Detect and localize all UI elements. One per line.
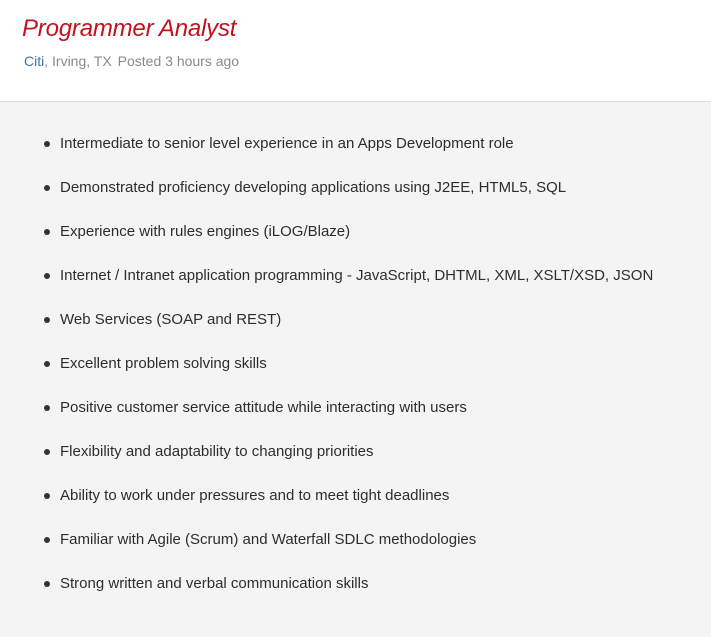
requirement-item: Internet / Intranet application programm… bbox=[44, 261, 711, 305]
requirement-text: Familiar with Agile (Scrum) and Waterfal… bbox=[60, 531, 477, 548]
job-meta: Citi, Irving, TX Posted 3 hours ago bbox=[24, 52, 711, 70]
requirement-text: Strong written and verbal communication … bbox=[60, 575, 369, 592]
job-description: Intermediate to senior level experience … bbox=[0, 102, 711, 613]
requirement-item: Demonstrated proficiency developing appl… bbox=[44, 173, 711, 217]
bullet-icon bbox=[44, 449, 50, 455]
requirement-item: Positive customer service attitude while… bbox=[44, 393, 711, 437]
posted-time: Posted 3 hours ago bbox=[117, 53, 240, 69]
requirements-list: Intermediate to senior level experience … bbox=[44, 129, 711, 613]
requirement-text: Web Services (SOAP and REST) bbox=[60, 311, 282, 328]
bullet-icon bbox=[44, 493, 50, 499]
bullet-icon bbox=[44, 317, 50, 323]
bullet-icon bbox=[44, 185, 50, 191]
requirement-item: Excellent problem solving skills bbox=[44, 349, 711, 393]
bullet-icon bbox=[44, 141, 50, 147]
requirement-item: Familiar with Agile (Scrum) and Waterfal… bbox=[44, 525, 711, 569]
requirement-text: Demonstrated proficiency developing appl… bbox=[60, 179, 567, 196]
requirement-text: Intermediate to senior level experience … bbox=[60, 135, 514, 152]
requirement-text: Experience with rules engines (iLOG/Blaz… bbox=[60, 223, 351, 240]
bullet-icon bbox=[44, 273, 50, 279]
requirement-item: Strong written and verbal communication … bbox=[44, 569, 711, 613]
bullet-icon bbox=[44, 361, 50, 367]
requirement-item: Experience with rules engines (iLOG/Blaz… bbox=[44, 217, 711, 261]
requirement-text: Ability to work under pressures and to m… bbox=[60, 487, 450, 504]
bullet-icon bbox=[44, 581, 50, 587]
bullet-icon bbox=[44, 537, 50, 543]
requirement-text: Excellent problem solving skills bbox=[60, 355, 267, 372]
job-title[interactable]: Programmer Analyst bbox=[22, 14, 711, 44]
company-link[interactable]: Citi bbox=[24, 53, 44, 69]
requirement-text: Flexibility and adaptability to changing… bbox=[60, 443, 374, 460]
requirement-item: Flexibility and adaptability to changing… bbox=[44, 437, 711, 481]
requirement-text: Internet / Intranet application programm… bbox=[60, 267, 654, 284]
job-header: Programmer Analyst Citi, Irving, TX Poste… bbox=[0, 0, 711, 102]
bullet-icon bbox=[44, 405, 50, 411]
bullet-icon bbox=[44, 229, 50, 235]
requirement-item: Ability to work under pressures and to m… bbox=[44, 481, 711, 525]
requirement-item: Intermediate to senior level experience … bbox=[44, 129, 711, 173]
requirement-text: Positive customer service attitude while… bbox=[60, 399, 467, 416]
job-location: , Irving, TX bbox=[44, 53, 112, 69]
requirement-item: Web Services (SOAP and REST) bbox=[44, 305, 711, 349]
